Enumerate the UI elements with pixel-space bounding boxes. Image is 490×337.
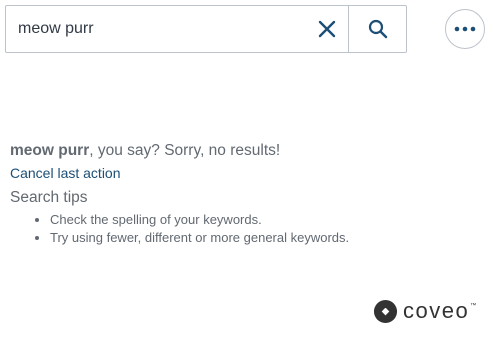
search-tip-item: Try using fewer, different or more gener…	[50, 229, 480, 247]
no-results-panel: meow purr, you say? Sorry, no results! C…	[10, 141, 480, 247]
search-box	[5, 5, 407, 53]
clear-search-button[interactable]	[309, 6, 345, 52]
close-icon	[318, 20, 336, 38]
search-input[interactable]	[6, 6, 306, 52]
cancel-last-action-link[interactable]: Cancel last action	[10, 164, 121, 182]
no-results-query: meow purr	[10, 142, 90, 159]
search-button[interactable]	[348, 6, 406, 52]
search-tips-title: Search tips	[10, 189, 88, 206]
no-results-message: meow purr, you say? Sorry, no results!	[10, 141, 480, 161]
trademark-symbol: ™	[470, 303, 477, 309]
ellipsis-icon	[454, 26, 476, 32]
search-tip-item: Check the spelling of your keywords.	[50, 211, 480, 229]
more-options-button[interactable]	[445, 9, 485, 49]
coveo-logo-text: coveo	[403, 298, 470, 323]
coveo-logo[interactable]: coveo ™	[373, 298, 476, 324]
search-icon	[368, 19, 387, 39]
search-tips-list: Check the spelling of your keywords. Try…	[10, 211, 480, 247]
no-results-text: , you say? Sorry, no results!	[89, 142, 281, 159]
coveo-logo-icon	[373, 299, 398, 323]
